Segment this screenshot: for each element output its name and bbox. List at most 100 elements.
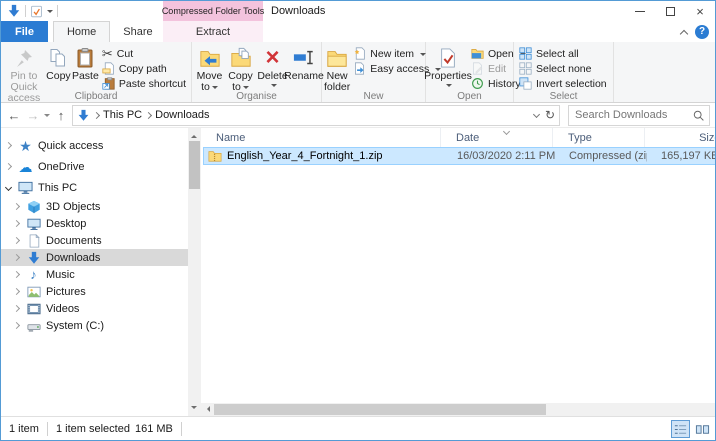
tab-share[interactable]: Share: [110, 21, 165, 42]
delete-button[interactable]: × Delete: [256, 43, 289, 90]
folder-tree: ★ Quick access ☁ OneDrive This PC 3D Obj…: [1, 135, 201, 334]
recent-locations-icon[interactable]: [44, 114, 50, 120]
chevron-right-icon[interactable]: [13, 254, 20, 261]
properties-button[interactable]: Properties: [428, 43, 468, 90]
chevron-right-icon[interactable]: [13, 288, 20, 295]
cut-button[interactable]: ✂ Cut: [99, 46, 189, 61]
select-all-button[interactable]: Select all: [516, 46, 610, 61]
chevron-right-icon[interactable]: [13, 322, 20, 329]
quick-access-toolbar: [1, 4, 58, 18]
address-bar-controls: ↻: [534, 108, 555, 122]
minimize-button[interactable]: [625, 1, 655, 21]
large-icons-view-button[interactable]: [693, 420, 712, 438]
edit-icon: [471, 62, 484, 75]
column-header-size[interactable]: Size: [645, 128, 716, 147]
scroll-up-icon[interactable]: [191, 132, 197, 138]
sidebar-item-music[interactable]: ♪ Music: [1, 266, 201, 283]
collapse-ribbon-icon[interactable]: [680, 29, 688, 37]
copy-button[interactable]: Copy: [45, 43, 72, 82]
downloads-folder-icon: [7, 4, 21, 18]
chevron-right-icon[interactable]: [5, 163, 12, 170]
up-button[interactable]: ↑: [53, 108, 69, 123]
copy-to-button[interactable]: Copy to: [225, 43, 256, 93]
column-header-date[interactable]: Date: [441, 128, 553, 147]
downloads-folder-icon: [77, 109, 90, 122]
sidebar-item-label: Documents: [46, 235, 102, 247]
horizontal-scrollbar[interactable]: [201, 403, 716, 416]
tab-home[interactable]: Home: [53, 21, 110, 42]
sidebar-item-videos[interactable]: Videos: [1, 300, 201, 317]
sidebar-item-label: This PC: [38, 182, 77, 194]
chevron-right-icon[interactable]: [13, 203, 20, 210]
contextual-tab-header: Compressed Folder Tools: [163, 1, 263, 21]
close-button[interactable]: ×: [685, 1, 715, 21]
scrollbar-thumb[interactable]: [189, 141, 200, 189]
qat-dropdown-icon[interactable]: [47, 10, 53, 16]
chevron-right-icon[interactable]: [5, 142, 12, 149]
divider: [25, 5, 26, 17]
selection-info: 1 item selected 161 MB: [56, 423, 173, 435]
column-header-name[interactable]: Name: [201, 128, 441, 147]
maximize-button[interactable]: [655, 1, 685, 21]
tab-file[interactable]: File: [1, 21, 48, 42]
move-to-button[interactable]: Move to: [194, 43, 225, 93]
chevron-right-icon[interactable]: [93, 111, 100, 118]
invert-selection-button[interactable]: Invert selection: [516, 76, 610, 91]
sidebar-item-this-pc[interactable]: This PC: [1, 177, 201, 198]
breadcrumb-downloads[interactable]: Downloads: [155, 109, 209, 121]
paste-button[interactable]: Paste: [72, 43, 99, 82]
search-input[interactable]: [568, 105, 710, 126]
sidebar-item-downloads[interactable]: Downloads: [1, 249, 201, 266]
sidebar-item-pictures[interactable]: Pictures: [1, 283, 201, 300]
this-pc-icon: [18, 180, 33, 195]
forward-button[interactable]: →: [25, 108, 41, 123]
chevron-right-icon[interactable]: [13, 237, 20, 244]
file-name-cell: English_Year_4_Fortnight_1.zip: [204, 149, 443, 163]
file-name: English_Year_4_Fortnight_1.zip: [227, 150, 383, 162]
sidebar-item-documents[interactable]: Documents: [1, 232, 201, 249]
open-icon: [471, 47, 484, 60]
details-view-button[interactable]: [671, 420, 690, 438]
group-label-select: Select: [514, 91, 613, 102]
navpane-scrollbar[interactable]: [188, 128, 201, 416]
scrollbar-thumb[interactable]: [214, 404, 546, 415]
copy-to-icon: [230, 45, 252, 71]
paste-shortcut-button[interactable]: Paste shortcut: [99, 76, 189, 91]
sidebar-item-desktop[interactable]: Desktop: [1, 215, 201, 232]
scroll-down-icon[interactable]: [191, 406, 197, 412]
refresh-icon[interactable]: ↻: [545, 108, 555, 122]
tab-extract[interactable]: Extract: [163, 21, 263, 42]
file-row-selected[interactable]: English_Year_4_Fortnight_1.zip 16/03/202…: [203, 147, 716, 165]
quick-access-icon: ★: [18, 138, 33, 153]
qat-properties-icon[interactable]: [30, 5, 43, 18]
breadcrumb-this-pc[interactable]: This PC: [103, 109, 142, 121]
address-dropdown-icon[interactable]: [533, 110, 540, 117]
button-label: Properties: [424, 71, 472, 82]
group-label-open: Open: [426, 91, 513, 102]
column-header-type[interactable]: Type: [553, 128, 645, 147]
chevron-right-icon[interactable]: [145, 111, 152, 118]
sidebar-item-3d-objects[interactable]: 3D Objects: [1, 198, 201, 215]
chevron-right-icon[interactable]: [13, 220, 20, 227]
select-none-button[interactable]: Select none: [516, 61, 610, 76]
scroll-left-icon[interactable]: [204, 406, 210, 412]
back-button[interactable]: ←: [6, 108, 22, 123]
sidebar-item-quick-access[interactable]: ★ Quick access: [1, 135, 201, 156]
address-bar: ← → ↑ This PC Downloads ↻: [1, 103, 715, 128]
copy-path-button[interactable]: Copy path: [99, 61, 189, 76]
chevron-right-icon[interactable]: [13, 305, 20, 312]
ribbon-tools: ?: [681, 21, 709, 42]
breadcrumb[interactable]: This PC Downloads ↻: [72, 105, 560, 126]
sidebar-item-system-c[interactable]: System (C:): [1, 317, 201, 334]
sidebar-item-label: 3D Objects: [46, 201, 100, 213]
rename-button[interactable]: Rename: [289, 43, 319, 82]
sidebar-item-onedrive[interactable]: ☁ OneDrive: [1, 156, 201, 177]
chevron-right-icon[interactable]: [13, 271, 20, 278]
new-folder-button[interactable]: New folder: [324, 43, 350, 93]
help-icon[interactable]: ?: [695, 25, 709, 39]
button-label: Select none: [536, 63, 591, 75]
select-all-icon: [519, 47, 532, 60]
properties-icon: [438, 45, 458, 71]
sidebar-item-label: Videos: [46, 303, 79, 315]
chevron-down-icon[interactable]: [5, 184, 12, 191]
